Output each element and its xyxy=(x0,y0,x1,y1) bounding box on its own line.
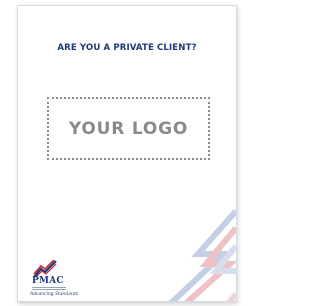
headline: ARE YOU A PRIVATE CLIENT? xyxy=(57,43,197,53)
logo-placeholder-text: YOUR LOGO xyxy=(68,118,189,139)
stripe-red-2 xyxy=(226,292,236,301)
pmac-fineprint-rule xyxy=(32,287,66,290)
pmac-name: PMAC xyxy=(32,276,64,286)
pmac-tagline: Advancing Standards xyxy=(30,292,78,297)
logo-placeholder-box: YOUR LOGO xyxy=(47,97,210,160)
brochure-cover: ARE YOU A PRIVATE CLIENT? YOUR LOGO PMAC… xyxy=(17,5,237,302)
pmac-logo: PMAC Advancing Standards xyxy=(30,260,78,300)
stage: ARE YOU A PRIVATE CLIENT? YOUR LOGO PMAC… xyxy=(0,0,254,306)
